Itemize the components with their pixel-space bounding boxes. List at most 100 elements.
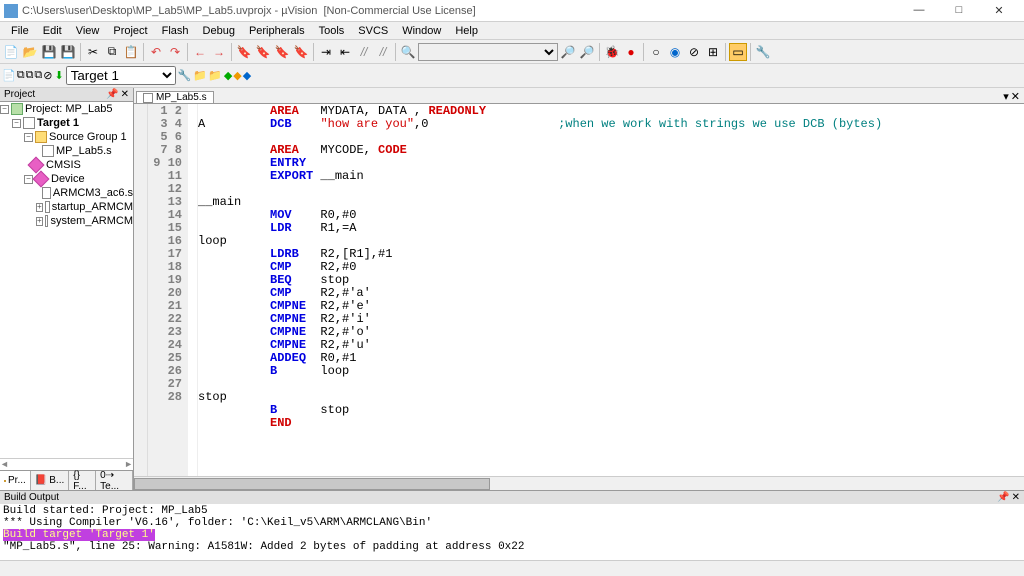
build-output-text[interactable]: Build started: Project: MP_Lab5 *** Usin… [0, 504, 1024, 560]
new-file-icon[interactable]: 📄 [2, 43, 20, 61]
pane-close-icon[interactable]: ✕ [121, 89, 129, 100]
file-icon [42, 187, 51, 199]
menubar: File Edit View Project Flash Debug Perip… [0, 22, 1024, 40]
comment-icon[interactable]: // [355, 43, 373, 61]
paste-icon[interactable]: 📋 [122, 43, 140, 61]
indent-icon[interactable]: ⇥ [317, 43, 335, 61]
save-all-icon[interactable]: 💾 [59, 43, 77, 61]
redo-icon[interactable]: ↷ [166, 43, 184, 61]
expand-icon[interactable]: + [36, 217, 43, 226]
undo-icon[interactable]: ↶ [147, 43, 165, 61]
tree-cmsis[interactable]: CMSIS [46, 159, 81, 171]
hscroll-left-icon[interactable]: ◄ [0, 459, 9, 470]
pack-rte-icon[interactable]: ◆ [243, 69, 251, 82]
tree-file[interactable]: MP_Lab5.s [56, 145, 112, 157]
nav-fwd-icon[interactable]: → [210, 43, 228, 61]
file-ext-icon[interactable]: 📁 [193, 69, 207, 82]
tree-dev-file[interactable]: ARMCM3_ac6.s [53, 187, 133, 199]
tree-project[interactable]: Project: MP_Lab5 [25, 103, 112, 115]
expand-icon[interactable]: − [24, 133, 33, 142]
find-combo[interactable] [418, 43, 558, 61]
bookmark-prev-icon[interactable]: 🔖 [254, 43, 272, 61]
target-select[interactable]: Target 1 [66, 66, 176, 85]
find-icon[interactable]: 🔍 [399, 43, 417, 61]
build-icon[interactable]: ⧉ [17, 69, 25, 82]
pane-pin-icon[interactable]: 📌 [106, 89, 118, 100]
menu-tools[interactable]: Tools [312, 25, 352, 37]
bp-disable-icon[interactable]: ○ [647, 43, 665, 61]
tree-dev-file[interactable]: startup_ARMCM [52, 201, 133, 213]
project-pane-title: Project 📌 ✕ [0, 88, 133, 102]
expand-icon[interactable]: + [36, 203, 43, 212]
stop-build-icon[interactable]: ⊘ [43, 69, 52, 82]
menu-view[interactable]: View [69, 25, 107, 37]
tab-close-icon[interactable]: ✕ [1011, 90, 1020, 103]
expand-icon[interactable]: − [0, 105, 9, 114]
window-title: C:\Users\user\Desktop\MP_Lab5\MP_Lab5.uv… [22, 5, 906, 17]
hscroll-right-icon[interactable]: ► [124, 459, 133, 470]
menu-svcs[interactable]: SVCS [351, 25, 395, 37]
tab-project[interactable]: Pr... [0, 471, 31, 490]
pack-select-icon[interactable]: ◆ [233, 69, 241, 82]
rebuild-icon[interactable]: ⧉ [26, 69, 34, 82]
minimize-button[interactable]: — [906, 4, 932, 17]
tab-functions[interactable]: {} F... [69, 471, 96, 490]
editor-tab-active[interactable]: MP_Lab5.s [136, 91, 214, 103]
bp-kill-icon[interactable]: ⊘ [685, 43, 703, 61]
titlebar: C:\Users\user\Desktop\MP_Lab5\MP_Lab5.uv… [0, 0, 1024, 22]
download-icon[interactable]: ⬇ [55, 69, 64, 82]
menu-flash[interactable]: Flash [155, 25, 196, 37]
configure-icon[interactable]: 🔧 [754, 43, 772, 61]
cut-icon[interactable]: ✂ [84, 43, 102, 61]
bookmark-next-icon[interactable]: 🔖 [273, 43, 291, 61]
bp-enable-icon[interactable]: ◉ [666, 43, 684, 61]
manage-icon[interactable]: 📁 [208, 69, 222, 82]
options-icon[interactable]: 🔧 [178, 69, 192, 82]
maximize-button[interactable]: □ [946, 4, 972, 17]
uncomment-icon[interactable]: // [374, 43, 392, 61]
tab-templates[interactable]: 0⇢ Te... [96, 471, 133, 490]
menu-peripherals[interactable]: Peripherals [242, 25, 312, 37]
menu-file[interactable]: File [4, 25, 36, 37]
window-icon[interactable]: ▭ [729, 43, 747, 61]
translate-icon[interactable]: 📄 [2, 69, 16, 82]
tab-books[interactable]: 📕B... [31, 471, 69, 490]
code-text[interactable]: AREA MYDATA, DATA , READONLY A DCB "how … [198, 104, 1024, 476]
unindent-icon[interactable]: ⇤ [336, 43, 354, 61]
pack-install-icon[interactable]: ◆ [224, 69, 232, 82]
batch-build-icon[interactable]: ⧉ [34, 69, 42, 82]
menu-window[interactable]: Window [395, 25, 448, 37]
find-files-icon[interactable]: 🔎 [578, 43, 596, 61]
close-button[interactable]: ✕ [986, 4, 1012, 17]
menu-edit[interactable]: Edit [36, 25, 69, 37]
project-tree[interactable]: −Project: MP_Lab5 −Target 1 −Source Grou… [0, 102, 133, 458]
editor-hscroll[interactable] [134, 476, 1024, 490]
tree-device[interactable]: Device [51, 173, 85, 185]
menu-project[interactable]: Project [106, 25, 154, 37]
bookmark-clear-icon[interactable]: 🔖 [292, 43, 310, 61]
bp-window-icon[interactable]: ⊞ [704, 43, 722, 61]
save-icon[interactable]: 💾 [40, 43, 58, 61]
nav-back-icon[interactable]: ← [191, 43, 209, 61]
tree-dev-file[interactable]: system_ARMCM [50, 215, 133, 227]
tab-dropdown-icon[interactable]: ▾ [1003, 90, 1009, 103]
breakpoint-icon[interactable]: ● [622, 43, 640, 61]
pane-close-icon[interactable]: ✕ [1012, 492, 1020, 503]
pane-pin-icon[interactable]: 📌 [997, 492, 1009, 503]
bookmark-icon[interactable]: 🔖 [235, 43, 253, 61]
open-file-icon[interactable]: 📂 [21, 43, 39, 61]
build-output-title: Build Output 📌 ✕ [0, 491, 1024, 504]
editor-tab-label: MP_Lab5.s [156, 92, 207, 103]
expand-icon[interactable]: − [12, 119, 21, 128]
project-pane: Project 📌 ✕ −Project: MP_Lab5 −Target 1 … [0, 88, 134, 490]
code-editor[interactable]: 1 2 3 4 5 6 7 8 9 10 11 12 13 14 15 16 1… [134, 104, 1024, 476]
tree-target[interactable]: Target 1 [37, 117, 79, 129]
menu-help[interactable]: Help [448, 25, 485, 37]
find-next-icon[interactable]: 🔎 [559, 43, 577, 61]
file-icon [45, 215, 49, 227]
copy-icon[interactable]: ⧉ [103, 43, 121, 61]
tree-group[interactable]: Source Group 1 [49, 131, 127, 143]
debug-icon[interactable]: 🐞 [603, 43, 621, 61]
menu-debug[interactable]: Debug [196, 25, 242, 37]
editor-pane: MP_Lab5.s ▾ ✕ 1 2 3 4 5 6 7 8 9 10 11 12… [134, 88, 1024, 490]
